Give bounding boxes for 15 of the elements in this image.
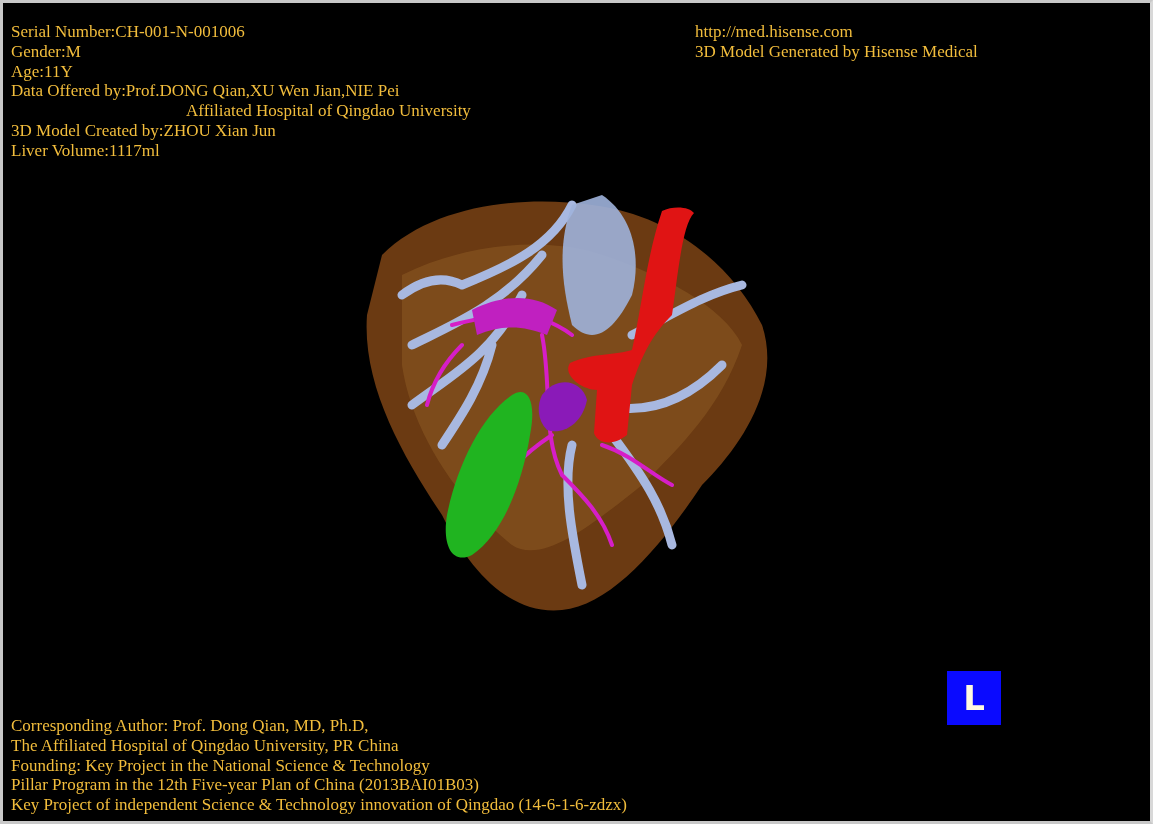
info-text: Gender:M (11, 41, 81, 61)
info-text: http://med.hisense.com (695, 22, 853, 41)
info-text: Age:11Y (11, 61, 73, 81)
info-text: Serial Number:CH-001-N-001006 (11, 22, 245, 41)
info-text: Data Offered by:Prof.DONG Qian,XU Wen Jian,NIE Pei (11, 81, 400, 101)
info-text: Corresponding Author: Prof. Dong Qian, MD, Ph.D, (11, 716, 369, 735)
info-text: Founding: Key Project in the National Science & Technology (11, 755, 430, 775)
info-text: Affiliated Hospital of Qingdao University (186, 101, 471, 121)
orientation-marker: L (947, 671, 1001, 725)
info-text: 3D Model Generated by Hisense Medical (695, 41, 978, 61)
info-text: Liver Volume:1117ml (11, 140, 160, 160)
info-text: Key Project of independent Science & Technology innovation of Qingdao (14-6-1-6-zdzx) (11, 795, 627, 815)
info-text: Pillar Program in the 12th Five-year Plan of China (2013BAI01B03) (11, 775, 479, 795)
info-text: The Affiliated Hospital of Qingdao University, PR China (11, 735, 399, 755)
info-text: 3D Model Created by:ZHOU Xian Jun (11, 121, 276, 140)
